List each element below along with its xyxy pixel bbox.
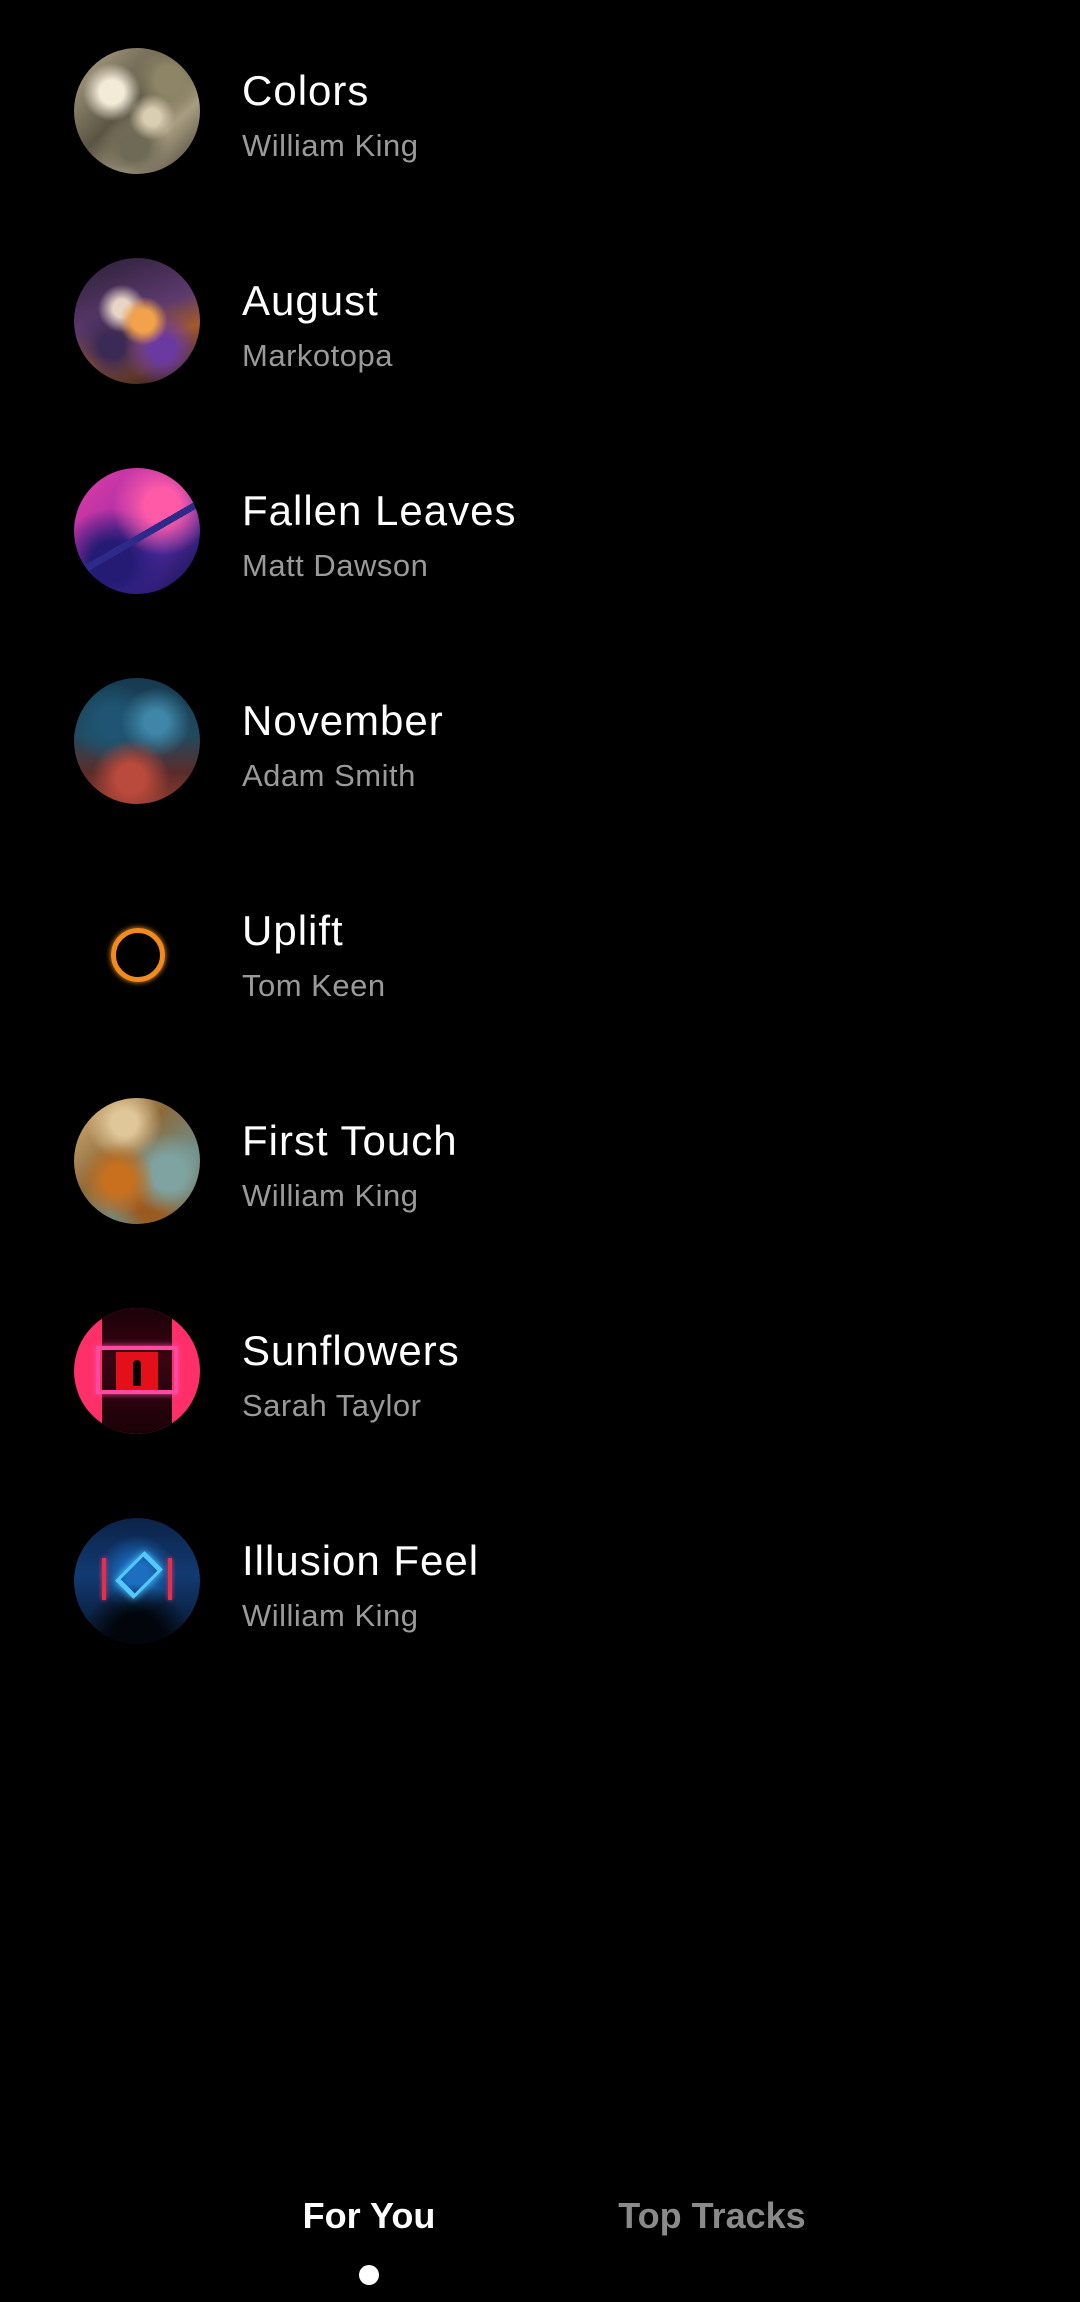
- track-artwork: [74, 258, 200, 384]
- track-artist: Adam Smith: [242, 758, 416, 793]
- track-title: Colors: [242, 67, 370, 114]
- track-title: Sunflowers: [242, 1327, 460, 1374]
- track-artist: Matt Dawson: [242, 548, 429, 583]
- track-artwork: [74, 888, 200, 1014]
- track-artist: William King: [242, 128, 419, 163]
- track-item-november[interactable]: November Adam Smith: [0, 636, 1080, 846]
- track-artwork: [74, 1098, 200, 1224]
- track-title: November: [242, 697, 444, 744]
- track-item-august[interactable]: August Markotopa: [0, 216, 1080, 426]
- track-item-uplift[interactable]: Uplift Tom Keen: [0, 846, 1080, 1056]
- track-artist: William King: [242, 1598, 419, 1633]
- light-ring-icon: [111, 928, 165, 982]
- track-artwork: [74, 1308, 200, 1434]
- track-title: Illusion Feel: [242, 1537, 480, 1584]
- active-tab-indicator: [359, 2265, 379, 2285]
- track-title: First Touch: [242, 1117, 458, 1164]
- tab-top-tracks[interactable]: Top Tracks: [592, 2180, 832, 2252]
- track-title: August: [242, 277, 379, 324]
- track-artwork: [74, 468, 200, 594]
- track-item-sunflowers[interactable]: Sunflowers Sarah Taylor: [0, 1266, 1080, 1476]
- track-artwork: [74, 48, 200, 174]
- track-item-colors[interactable]: Colors William King: [0, 6, 1080, 216]
- track-item-first-touch[interactable]: First Touch William King: [0, 1056, 1080, 1266]
- track-artist: William King: [242, 1178, 419, 1213]
- tab-for-you[interactable]: For You: [249, 2180, 489, 2252]
- track-item-illusion-feel[interactable]: Illusion Feel William King: [0, 1476, 1080, 1686]
- track-artwork: [74, 1518, 200, 1644]
- track-artist: Markotopa: [242, 338, 393, 373]
- track-title: Fallen Leaves: [242, 487, 517, 534]
- track-artist: Sarah Taylor: [242, 1388, 422, 1423]
- track-artwork: [74, 678, 200, 804]
- bottom-tab-bar: For You Top Tracks: [0, 2180, 1080, 2302]
- track-artist: Tom Keen: [242, 968, 386, 1003]
- track-title: Uplift: [242, 907, 344, 954]
- track-item-fallen-leaves[interactable]: Fallen Leaves Matt Dawson: [0, 426, 1080, 636]
